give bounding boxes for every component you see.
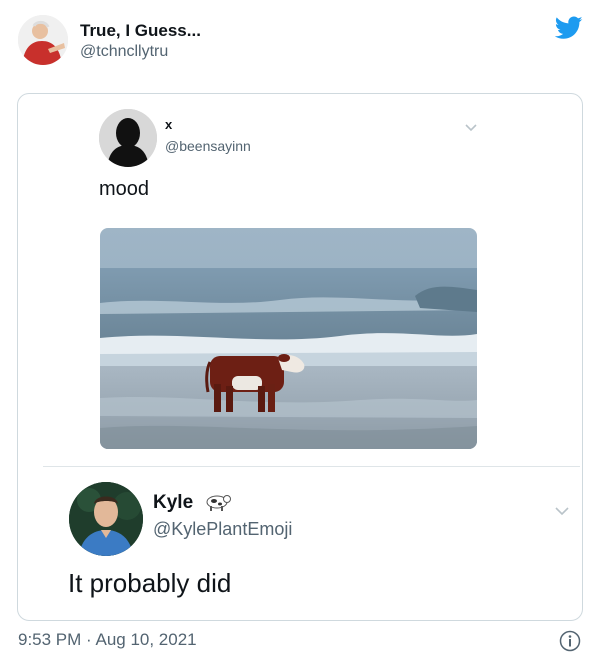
tweet-header: True, I Guess... @tchncllytru (0, 0, 600, 80)
quoted-tweet-text: mood (99, 178, 150, 200)
twitter-bird-icon[interactable] (554, 16, 583, 40)
chevron-down-icon[interactable] (464, 120, 478, 132)
author-name[interactable]: True, I Guess... (80, 21, 201, 41)
author-avatar[interactable] (18, 15, 68, 65)
author-handle[interactable]: @tchncllytru (80, 43, 168, 61)
quoted-author-name[interactable]: x (165, 117, 172, 132)
divider (43, 466, 580, 467)
cow-emoji (203, 492, 231, 512)
reply-text: It probably did (68, 568, 232, 598)
info-icon[interactable] (559, 630, 581, 652)
quoted-tweet-card[interactable]: x @beensayinn mood Kyle @KylePlantEmoji … (17, 93, 583, 621)
chevron-down-icon[interactable] (554, 504, 570, 516)
reply-author-name[interactable]: Kyle (153, 492, 193, 514)
cow-on-beach-image[interactable] (100, 228, 477, 449)
quoted-author-avatar[interactable] (99, 109, 157, 167)
reply-author-avatar[interactable] (69, 482, 143, 556)
tweet-timestamp[interactable]: 9:53 PM · Aug 10, 2021 (18, 630, 197, 650)
quoted-author-handle[interactable]: @beensayinn (165, 138, 251, 154)
reply-author-handle[interactable]: @KylePlantEmoji (153, 519, 292, 540)
